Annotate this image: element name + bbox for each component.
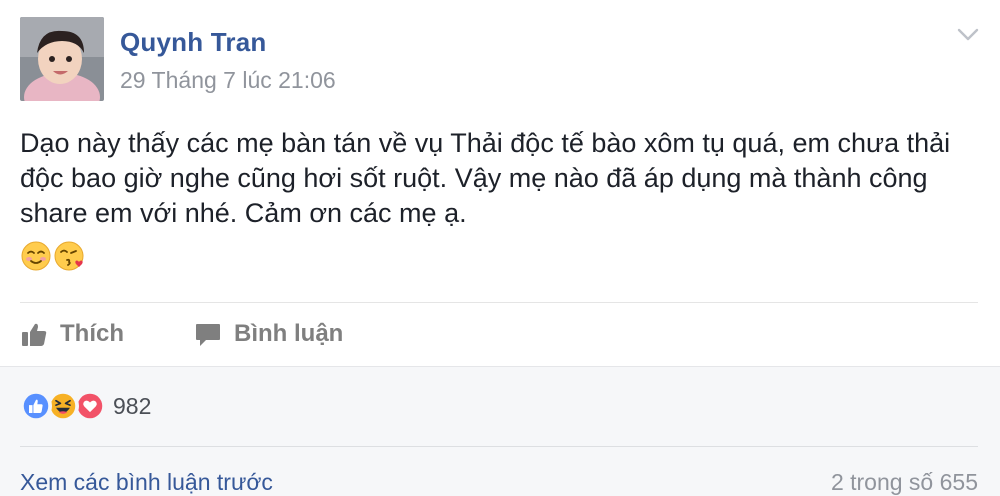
comment-label: Bình luận bbox=[234, 320, 344, 347]
comment-pager: 2 trong số 655 bbox=[830, 469, 978, 495]
post-timestamp[interactable]: 29 Tháng 7 lúc 21:06 bbox=[120, 67, 336, 94]
chevron-down-icon[interactable] bbox=[955, 24, 981, 44]
reactions-summary[interactable]: 982 bbox=[20, 389, 151, 423]
divider bbox=[20, 446, 978, 447]
like-button[interactable]: Thích bbox=[20, 316, 124, 352]
reaction-count: 982 bbox=[113, 392, 152, 419]
comment-icon bbox=[196, 324, 220, 346]
thumbs-up-icon bbox=[22, 323, 47, 346]
facebook-post: Quynh Tran 29 Tháng 7 lúc 21:06 Dạo này … bbox=[0, 0, 1000, 496]
feedback-area: 982 Xem các bình luận trước 2 trong số 6… bbox=[0, 366, 1000, 496]
smiling-face-icon bbox=[21, 241, 51, 271]
kiss-face-icon bbox=[54, 241, 84, 271]
comment-button[interactable]: Bình luận bbox=[194, 316, 343, 352]
divider bbox=[20, 302, 978, 303]
view-previous-comments-link[interactable]: Xem các bình luận trước bbox=[20, 469, 273, 496]
like-label: Thích bbox=[60, 320, 124, 347]
post-text: Dạo này thấy các mẹ bàn tán về vụ Thải đ… bbox=[20, 128, 951, 228]
emoji-row bbox=[20, 240, 86, 276]
avatar[interactable] bbox=[20, 17, 104, 101]
like-reaction-icon bbox=[20, 390, 52, 422]
author-name[interactable]: Quynh Tran bbox=[120, 27, 266, 58]
